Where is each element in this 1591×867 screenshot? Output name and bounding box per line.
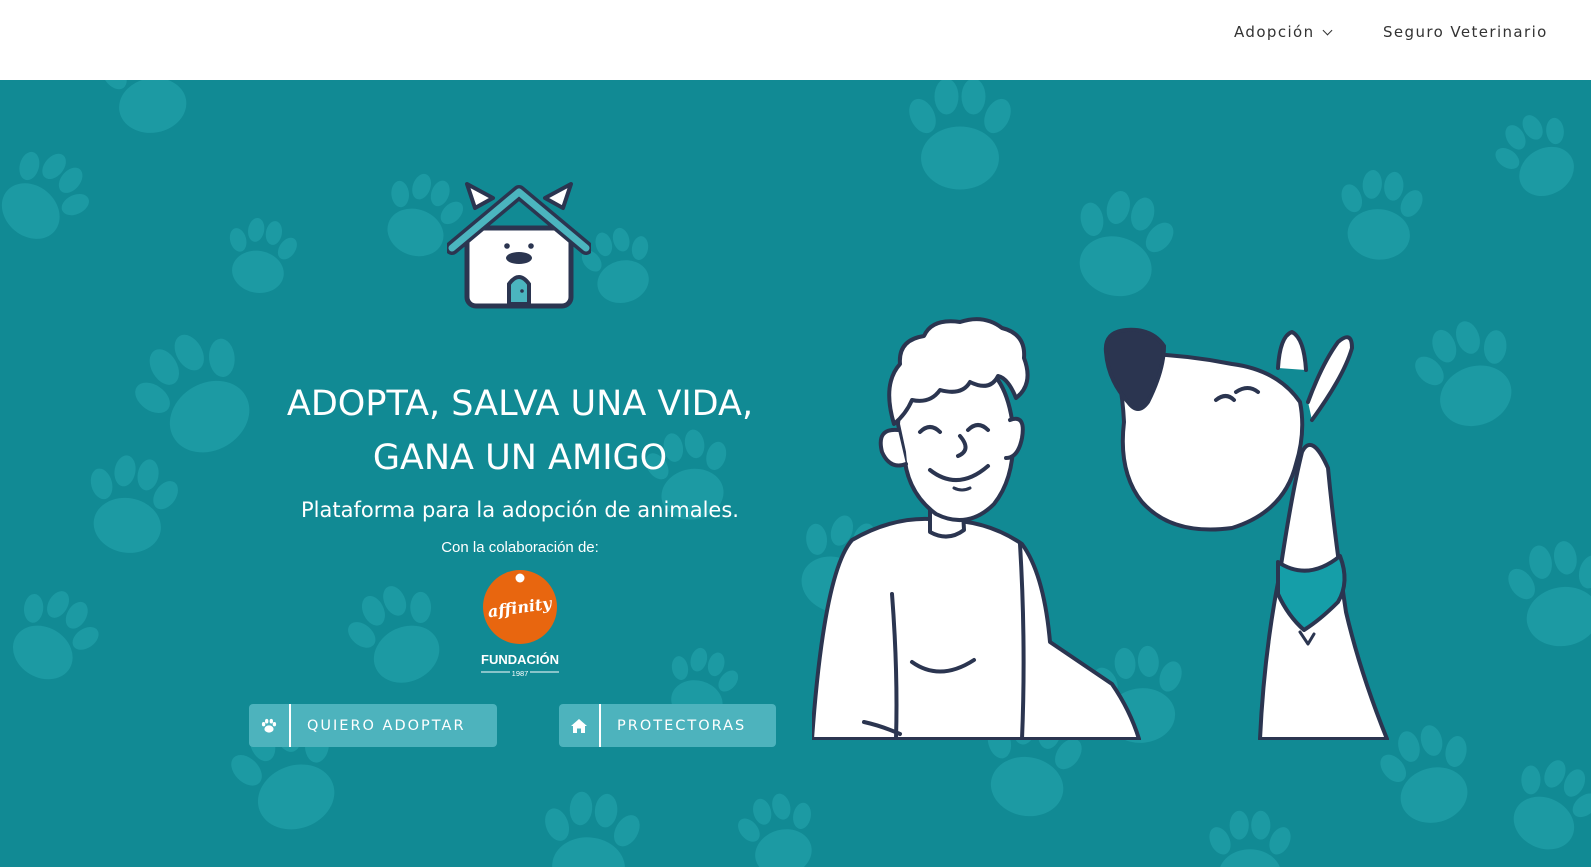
affinity-foundation-logo[interactable]: affinity FUNDACIÓN 1987 bbox=[480, 568, 560, 678]
chevron-down-icon bbox=[1322, 25, 1332, 36]
paw-icon bbox=[249, 704, 291, 747]
hero-section: ADOPTA, SALVA UNA VIDA, GANA UN AMIGO Pl… bbox=[0, 80, 1591, 867]
protectoras-label: PROTECTORAS bbox=[617, 717, 747, 734]
man-and-dog-illustration bbox=[812, 317, 1389, 740]
home-icon bbox=[559, 704, 601, 747]
nav-item-adopcion-label: Adopción bbox=[1234, 23, 1315, 41]
headline-line-2: GANA UN AMIGO bbox=[372, 438, 668, 478]
hero-headline: ADOPTA, SALVA UNA VIDA, GANA UN AMIGO bbox=[220, 377, 820, 485]
house-dog-logo bbox=[447, 182, 591, 309]
fundacion-text: FUNDACIÓN bbox=[481, 652, 559, 667]
collaboration-label: Con la colaboración de: bbox=[441, 539, 599, 556]
fundacion-year: 1987 bbox=[512, 669, 529, 678]
top-navigation-bar: Adopción Seguro Veterinario bbox=[0, 0, 1591, 80]
nav-item-seguro-label: Seguro Veterinario bbox=[1383, 23, 1548, 41]
hero-subtitle: Plataforma para la adopción de animales. bbox=[301, 498, 739, 522]
protectoras-button[interactable]: PROTECTORAS bbox=[559, 704, 776, 747]
quiero-adoptar-button[interactable]: QUIERO ADOPTAR bbox=[249, 704, 497, 747]
nav-item-seguro-veterinario[interactable]: Seguro Veterinario bbox=[1383, 23, 1548, 41]
quiero-adoptar-label: QUIERO ADOPTAR bbox=[307, 717, 466, 734]
nav-item-adopcion[interactable]: Adopción bbox=[1234, 23, 1332, 41]
headline-line-1: ADOPTA, SALVA UNA VIDA, bbox=[286, 384, 754, 424]
